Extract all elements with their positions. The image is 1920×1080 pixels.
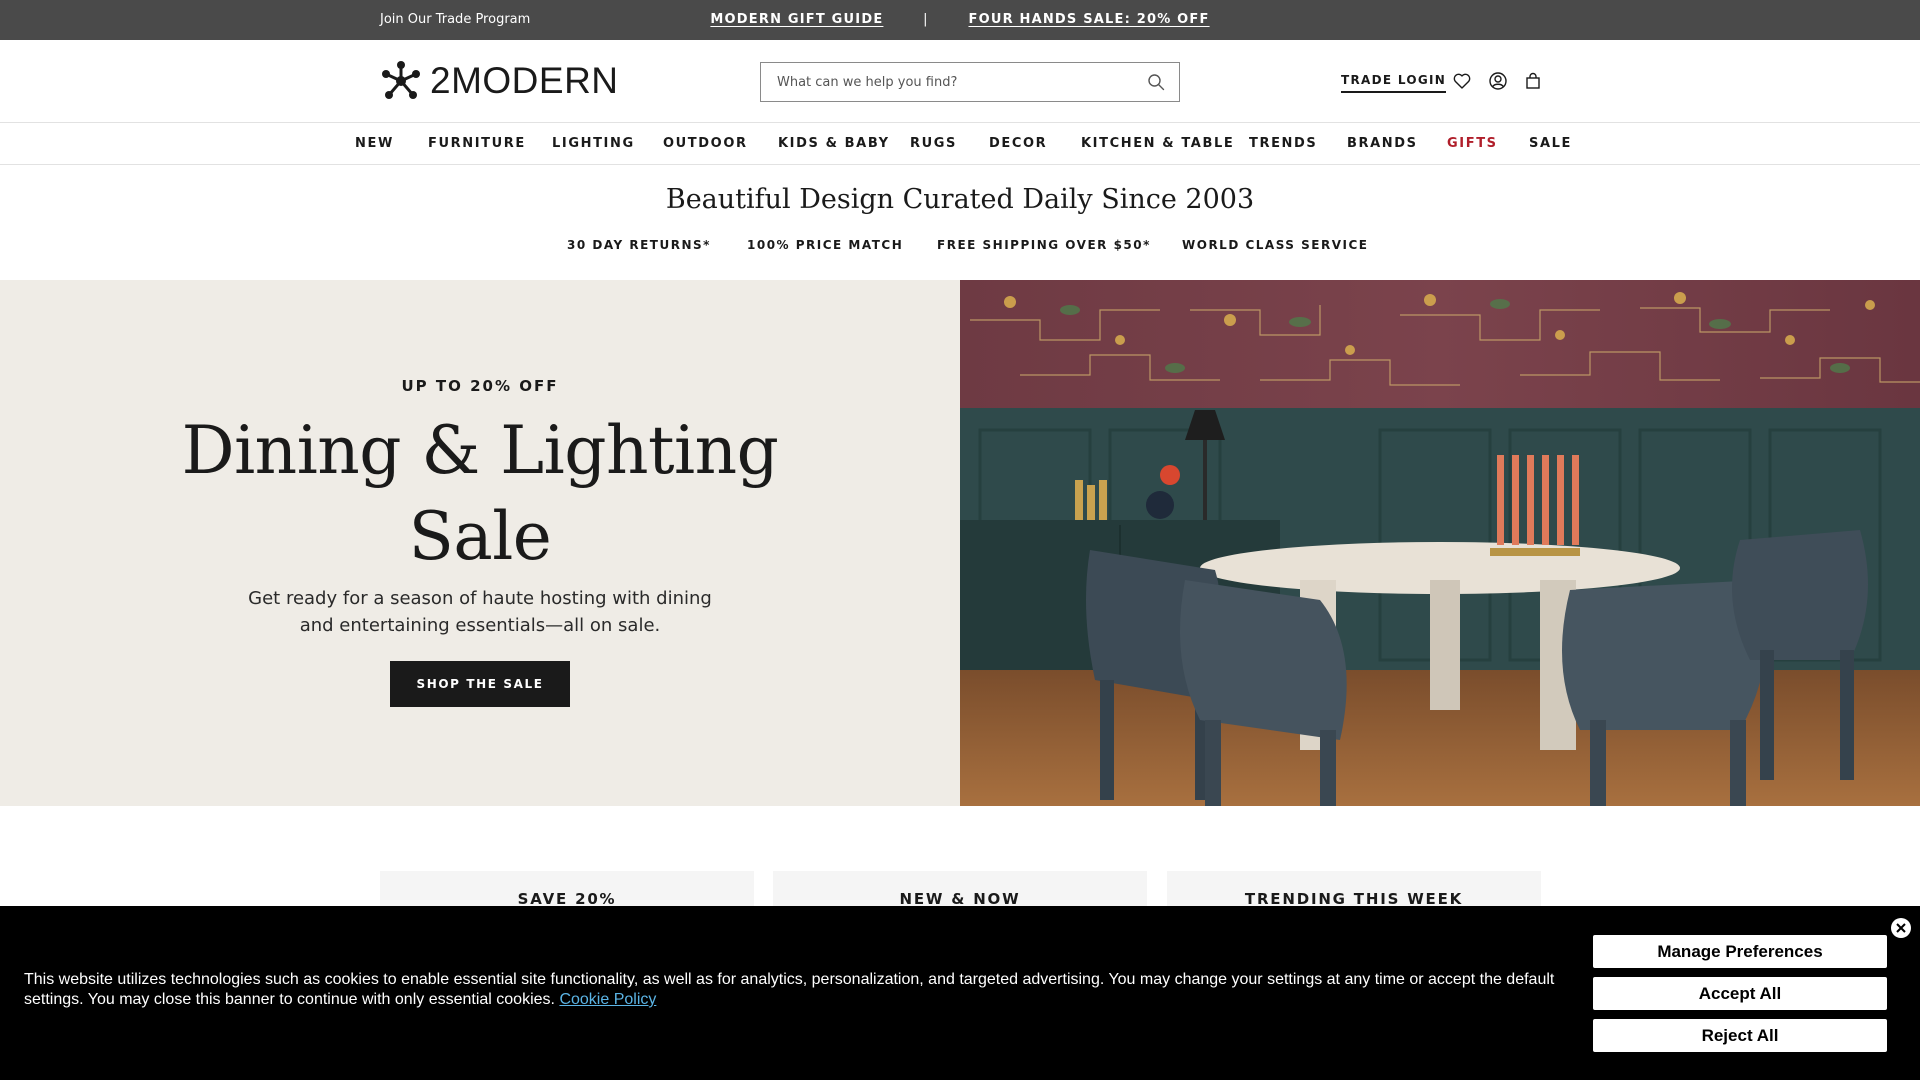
nav-item-new[interactable]: NEW [355,136,394,151]
close-x-glyph [1896,923,1906,933]
accept-all-button[interactable]: Accept All [1593,977,1887,1010]
nav-item-kids-baby[interactable]: KIDS & BABY [778,136,890,151]
nav-item-lighting[interactable]: LIGHTING [552,136,635,151]
dining-room-illustration [960,280,1920,806]
shop-the-sale-button[interactable]: SHOP THE SALE [390,661,570,707]
logo-mark-icon [382,61,420,99]
main-nav: NEW FURNITURE LIGHTING OUTDOOR KIDS & BA… [0,124,1920,165]
tagline: Beautiful Design Curated Daily Since 200… [665,184,1255,215]
benefit-free-shipping[interactable]: FREE SHIPPING OVER $50* [937,238,1151,252]
promo-separator: | [923,12,929,27]
search-input[interactable] [761,63,1131,101]
nav-item-decor[interactable]: DECOR [989,136,1047,151]
trade-login-link[interactable]: TRADE LOGIN [1341,73,1447,93]
benefit-returns[interactable]: 30 DAY RETURNS* [567,238,711,252]
bag-icon[interactable] [1523,71,1543,91]
search-icon[interactable] [1147,73,1165,91]
promo-bar: Join Our Trade Program MODERN GIFT GUIDE… [0,0,1920,40]
logo-text: 2MODERN [430,60,619,101]
account-icon[interactable] [1488,71,1508,91]
cookie-message-text: This website utilizes technologies such … [24,971,1555,1008]
page: Join Our Trade Program MODERN GIFT GUIDE… [0,0,1920,1080]
close-icon[interactable] [1891,918,1911,938]
site-header: 2MODERN TRADE LOGIN [0,40,1920,123]
logo[interactable]: 2MODERN [380,60,619,102]
nav-item-outdoor[interactable]: OUTDOOR [663,136,748,151]
nav-item-kitchen-table[interactable]: KITCHEN & TABLE [1081,136,1234,151]
cookie-policy-link[interactable]: Cookie Policy [559,991,656,1008]
hero-panel: UP TO 20% OFF Dining & Lighting Sale Get… [0,280,960,806]
hero-headline-line-1: Dining & Lighting [181,412,779,489]
hero-image[interactable] [960,280,1920,806]
cookie-banner: This website utilizes technologies such … [0,906,1920,1080]
cookie-message: This website utilizes technologies such … [24,970,1564,1010]
nav-item-gifts[interactable]: GIFTS [1447,136,1498,151]
hero-headline: Dining & Lighting Sale [0,408,960,580]
nav-item-rugs[interactable]: RUGS [910,136,957,151]
promo-links: MODERN GIFT GUIDE | FOUR HANDS SALE: 20%… [0,12,1920,27]
nav-item-furniture[interactable]: FURNITURE [428,136,526,151]
nav-item-trends[interactable]: TRENDS [1249,136,1317,151]
manage-preferences-button[interactable]: Manage Preferences [1593,935,1887,968]
hero-headline-line-2: Sale [408,498,552,575]
hero-kicker: UP TO 20% OFF [401,377,559,395]
benefit-price-match[interactable]: 100% PRICE MATCH [747,238,903,252]
benefit-service[interactable]: WORLD CLASS SERVICE [1182,238,1368,252]
reject-all-button[interactable]: Reject All [1593,1019,1887,1052]
four-hands-sale-link[interactable]: FOUR HANDS SALE: 20% OFF [968,12,1209,27]
hero-description: Get ready for a season of haute hosting … [248,588,712,636]
nav-item-sale[interactable]: SALE [1529,136,1572,151]
heart-icon[interactable] [1452,71,1472,91]
search-box [760,62,1180,102]
gift-guide-link[interactable]: MODERN GIFT GUIDE [710,12,883,27]
nav-item-brands[interactable]: BRANDS [1347,136,1418,151]
